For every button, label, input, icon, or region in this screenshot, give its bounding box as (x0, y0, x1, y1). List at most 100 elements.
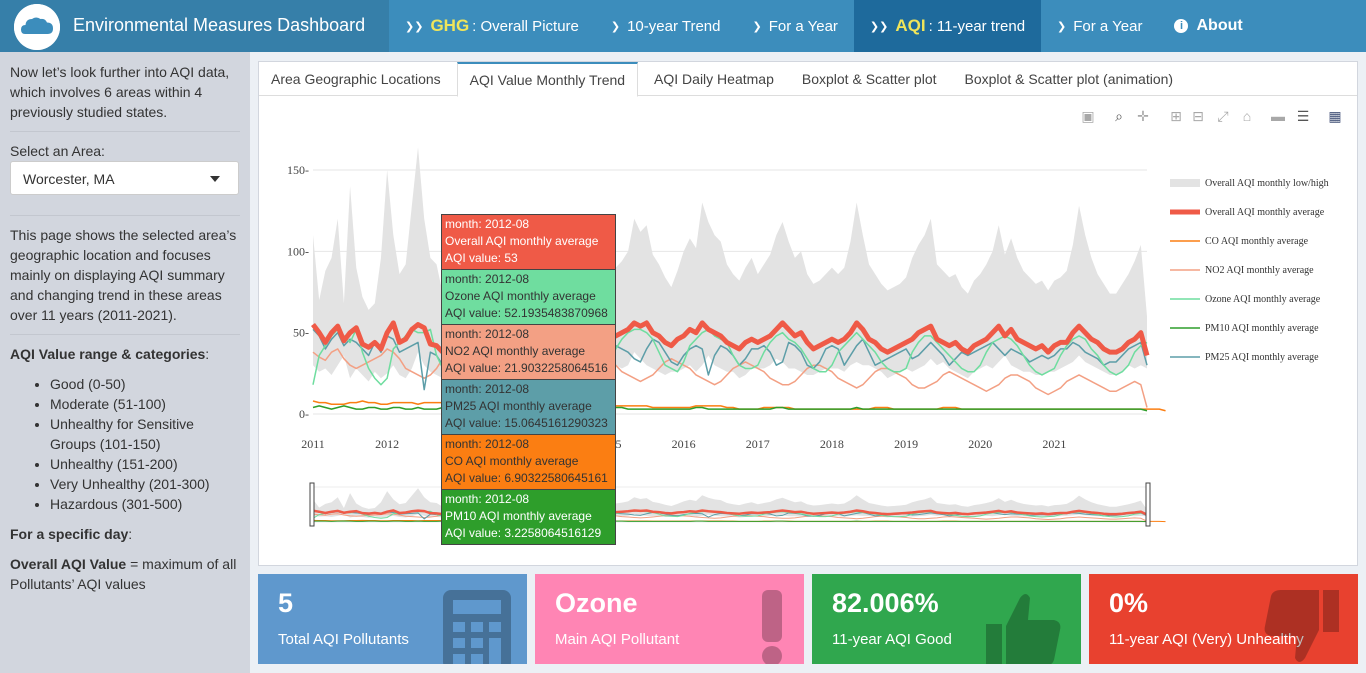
nav-10-year-trend[interactable]: ❯ 10-year Trend (595, 0, 737, 52)
x-tick-label: 2019 (894, 437, 918, 451)
nav-ghg-for-a-year[interactable]: ❯ For a Year (736, 0, 853, 52)
nav-ghg-overall[interactable]: ❯❯ GHG : Overall Picture (389, 0, 595, 52)
list-item: Unhealthy (151-200) (50, 454, 240, 474)
tab-bar: Area Geographic Locations AQI Value Mont… (259, 62, 1357, 97)
x-tick-label: 2012 (375, 437, 399, 451)
tab-boxplot-scatter[interactable]: Boxplot & Scatter plot (790, 62, 949, 96)
x-tick-label: 2020 (968, 437, 992, 451)
value-box-total-pollutants: 5 Total AQI Pollutants (258, 574, 527, 664)
chevron-right-icon: ❯ (752, 20, 762, 33)
area-select[interactable]: Worcester, MA (10, 161, 239, 195)
list-item: Moderate (51-100) (50, 394, 240, 414)
nav-label: For a Year (768, 17, 838, 35)
compare-hover-icon[interactable]: ☰ (1294, 108, 1312, 124)
value-box-aqi-unhealthy: 0% 11-year AQI (Very) Unhealthy (1089, 574, 1358, 664)
legend-label: PM10 AQI monthly average (1205, 323, 1319, 334)
range-handle-left (309, 482, 315, 527)
chart-modebar: ▣ ⌕ ✛ ⊞ ⊟ ⤢ ⌂ ▬ ☰ ▦ (259, 108, 1357, 126)
range-handle-right (1145, 482, 1151, 527)
nav-about[interactable]: i About (1158, 0, 1258, 52)
area-select-label: Select an Area: (10, 143, 105, 159)
camera-icon[interactable]: ▣ (1079, 108, 1097, 124)
nav-label: 10-year Trend (627, 17, 721, 35)
tab-panel: 0-50-100-150-201120122013201420152016201… (258, 61, 1358, 566)
aqi-monthly-trend-chart[interactable]: 0-50-100-150-201120122013201420152016201… (259, 62, 1357, 565)
nav-label: About (1196, 17, 1243, 34)
info-icon: i (1174, 19, 1189, 33)
legend-label: Ozone AQI monthly average (1205, 294, 1321, 305)
thumbs-up-icon (986, 594, 1061, 664)
legend-label: Overall AQI monthly average (1205, 207, 1325, 218)
value-box-aqi-good: 82.006% 11-year AQI Good (812, 574, 1081, 664)
zoom-icon[interactable]: ⌕ (1110, 108, 1128, 124)
hover-tooltip: month: 2012-08 Overall AQI monthly avera… (441, 214, 616, 270)
plotly-logo-icon[interactable]: ▦ (1326, 108, 1344, 124)
sidebar-intro: Now let’s look further into AQI data, wh… (10, 64, 230, 120)
main-nav: ❯❯ GHG : Overall Picture ❯ 10-year Trend… (389, 0, 1259, 52)
x-tick-label: 2018 (820, 437, 844, 451)
y-tick-label: 0- (299, 407, 309, 421)
legend-label: CO AQI monthly average (1205, 236, 1309, 247)
x-tick-label: 2011 (301, 437, 325, 451)
area-select-value: Worcester, MA (23, 171, 115, 187)
legend-swatch (1170, 179, 1200, 187)
y-tick-label: 150- (287, 163, 309, 177)
list-item: Very Unhealthy (201-300) (50, 474, 240, 494)
nav-accent: GHG (430, 16, 470, 35)
chevron-right-icon: ❯ (1057, 20, 1067, 33)
nav-label: : Overall Picture (472, 17, 579, 35)
autoscale-icon[interactable]: ⤢ (1214, 108, 1232, 124)
hover-tooltip: month: 2012-08 PM25 AQI monthly average … (441, 379, 616, 435)
tab-boxplot-scatter-animation[interactable]: Boxplot & Scatter plot (animation) (953, 62, 1186, 96)
legend-label: Overall AQI monthly low/high (1205, 178, 1329, 189)
tab-aqi-daily-heatmap[interactable]: AQI Daily Heatmap (642, 62, 786, 96)
x-tick-label: 2016 (672, 437, 696, 451)
caret-down-icon (210, 176, 220, 182)
sidebar: Now let’s look further into AQI data, wh… (0, 52, 250, 673)
divider (10, 131, 240, 132)
specific-day-heading: For a specific day: (10, 526, 133, 542)
overall-aqi-note: Overall AQI Value = maximum of all Pollu… (10, 556, 237, 592)
divider (10, 215, 240, 216)
nav-label: : 11-year trend (928, 17, 1026, 35)
home-icon[interactable]: ⌂ (1238, 108, 1256, 124)
list-item: Hazardous (301-500) (50, 494, 240, 514)
nav-accent: AQI (895, 16, 926, 35)
legend-label: NO2 AQI monthly average (1205, 265, 1314, 276)
nav-aqi-for-a-year[interactable]: ❯ For a Year (1041, 0, 1158, 52)
hover-tooltip: month: 2012-08 CO AQI monthly average AQ… (441, 434, 616, 490)
pan-icon[interactable]: ✛ (1134, 108, 1152, 124)
y-tick-label: 50- (293, 326, 309, 340)
double-chevron-icon: ❯❯ (869, 20, 889, 33)
thumbs-down-icon (1264, 590, 1339, 662)
nav-aqi-11-year-trend[interactable]: ❯❯ AQI : 11-year trend (853, 0, 1042, 52)
chevron-right-icon: ❯ (610, 20, 621, 33)
series-line (312, 405, 1148, 412)
divider (10, 334, 240, 335)
value-box-main-pollutant: Ozone Main AQI Pollutant (535, 574, 804, 664)
nav-label: For a Year (1073, 17, 1143, 35)
zoom-in-icon[interactable]: ⊞ (1167, 108, 1185, 124)
app-title: Environmental Measures Dashboard (73, 15, 366, 35)
tab-aqi-value-monthly-trend[interactable]: AQI Value Monthly Trend (456, 62, 639, 97)
legend-label: PM25 AQI monthly average (1205, 352, 1319, 363)
top-navbar: Environmental Measures Dashboard ❯❯ GHG … (0, 0, 1366, 52)
aqi-category-list: Good (0-50) Moderate (51-100) Unhealthy … (50, 374, 240, 514)
aqi-range-heading: AQI Value range & categories: (10, 346, 210, 362)
brand[interactable]: Environmental Measures Dashboard (0, 0, 389, 52)
sidebar-description: This page shows the selected area’s geog… (10, 227, 237, 323)
list-item: Good (0-50) (50, 374, 240, 394)
hover-tooltip: month: 2012-08 PM10 AQI monthly average … (441, 489, 616, 545)
tab-area-geographic-locations[interactable]: Area Geographic Locations (259, 62, 453, 96)
spike-lines-icon[interactable]: ▬ (1269, 108, 1287, 124)
hover-tooltip: month: 2012-08 NO2 AQI monthly average A… (441, 324, 616, 380)
list-item: Unhealthy for Sensitive Groups (101-150) (50, 414, 240, 454)
range-slider-line (312, 520, 1148, 523)
exclamation-icon (762, 590, 782, 664)
x-tick-label: 2017 (746, 437, 770, 451)
cloud-logo-icon (14, 4, 60, 50)
y-tick-label: 100- (287, 244, 309, 258)
zoom-out-icon[interactable]: ⊟ (1189, 108, 1207, 124)
calculator-icon (443, 590, 511, 664)
double-chevron-icon: ❯❯ (405, 20, 424, 33)
